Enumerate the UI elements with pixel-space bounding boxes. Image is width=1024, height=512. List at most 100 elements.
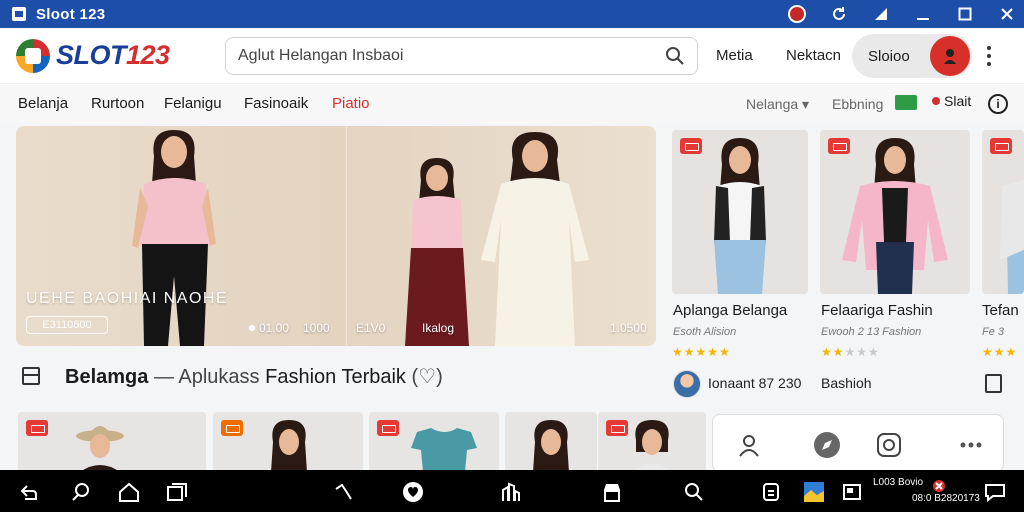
header-link-metia[interactable]: Metia bbox=[716, 47, 753, 64]
tool-icon[interactable] bbox=[332, 481, 354, 503]
search-input[interactable] bbox=[238, 47, 638, 65]
hero-model-image-2 bbox=[405, 158, 469, 346]
product-name: Aplanga Belanga bbox=[673, 302, 788, 319]
product-image-3 bbox=[982, 130, 1024, 294]
compass-action-icon[interactable] bbox=[813, 431, 841, 459]
logo-mark-icon bbox=[16, 38, 50, 73]
camera-action-icon[interactable] bbox=[875, 431, 903, 459]
sale-tag-icon bbox=[606, 420, 628, 436]
search-app-icon[interactable] bbox=[683, 481, 705, 503]
notification-center-icon[interactable] bbox=[984, 481, 1006, 503]
hero-mark-1: 01.00 bbox=[259, 321, 290, 335]
hero-mark-2: 1000 bbox=[303, 321, 330, 335]
product-photo-3 bbox=[1000, 180, 1024, 294]
back-icon[interactable] bbox=[18, 481, 40, 503]
more-actions-icon[interactable] bbox=[957, 431, 985, 459]
logo-text: SLOT123 bbox=[56, 40, 170, 70]
system-taskbar: L003 Bovio 08:0 B2820173 bbox=[0, 470, 1024, 512]
hero-mark-3: E1V0 bbox=[356, 321, 386, 335]
hero-banner[interactable]: UEHE BAOHIAI NAOHE E3110600 01.00 1000 E… bbox=[16, 126, 656, 346]
grid-photo-4 bbox=[533, 420, 569, 472]
refresh-icon[interactable] bbox=[830, 5, 848, 23]
signin-button[interactable]: Sloioo bbox=[852, 34, 972, 78]
filter-ebbning[interactable]: Ebbning bbox=[832, 96, 883, 112]
store-icon[interactable] bbox=[601, 481, 623, 503]
search-icon[interactable] bbox=[665, 46, 685, 66]
notification-dot-icon bbox=[932, 97, 940, 105]
product-name: Tefan bbox=[982, 302, 1019, 319]
sale-tag-icon bbox=[377, 420, 399, 436]
tray-clock: 08:0 B2820173 bbox=[912, 493, 980, 504]
maximize-icon[interactable] bbox=[956, 5, 974, 23]
city-icon[interactable] bbox=[500, 481, 522, 503]
product-subtitle: Ewooh 2 13 Fashion bbox=[821, 326, 922, 338]
seller-name: Ionaant 87 230 bbox=[708, 375, 802, 391]
window-titlebar: Sloot 123 bbox=[0, 0, 1024, 28]
product-name: Felaariga Fashin bbox=[821, 302, 933, 319]
info-icon[interactable]: i bbox=[988, 94, 1008, 114]
brand-logo[interactable]: SLOT123 bbox=[16, 38, 170, 73]
product-rating: ★★★★★ bbox=[821, 345, 880, 359]
category-bar: Belanja Rurtoon Felanigu Fasinoaik Piati… bbox=[0, 84, 1024, 124]
grid-card-4[interactable] bbox=[505, 412, 597, 472]
grid-card-1[interactable] bbox=[18, 412, 206, 472]
profile-action-icon[interactable] bbox=[735, 431, 763, 459]
notification-button[interactable]: Slait bbox=[932, 93, 971, 109]
news-icon[interactable] bbox=[841, 481, 863, 503]
category-tab-piatio[interactable]: Piatio bbox=[332, 95, 370, 112]
document-icon[interactable] bbox=[760, 481, 782, 503]
seller-name: Bashioh bbox=[821, 375, 872, 391]
filter-dropdown[interactable]: Nelanga ▾ bbox=[746, 96, 809, 113]
tray-status: L003 Bovio bbox=[873, 477, 924, 488]
search-taskbar-icon[interactable] bbox=[70, 481, 92, 503]
header-link-nektacn[interactable]: Nektacn bbox=[786, 47, 841, 64]
sale-tag-icon bbox=[26, 420, 48, 436]
sale-tag-icon bbox=[828, 138, 850, 154]
grid-card-3[interactable] bbox=[369, 412, 499, 472]
search-box bbox=[225, 37, 698, 75]
hero-dot-icon bbox=[249, 325, 255, 331]
heart-icon[interactable] bbox=[402, 481, 424, 503]
close-icon[interactable] bbox=[998, 5, 1016, 23]
product-photo-2 bbox=[842, 138, 948, 294]
home-icon[interactable] bbox=[118, 481, 140, 503]
category-tab-fasinoaik[interactable]: Fasinoaik bbox=[244, 95, 308, 112]
window-controls bbox=[788, 0, 1016, 28]
promo-badge-icon[interactable] bbox=[895, 95, 917, 110]
category-tab-rurtoon[interactable]: Rurtoon bbox=[91, 95, 144, 112]
hero-caption: UEHE BAOHIAI NAOHE bbox=[26, 290, 229, 307]
window-title: Sloot 123 bbox=[36, 5, 106, 23]
product-image-1 bbox=[672, 130, 808, 294]
app-header: SLOT123 Metia Nektacn Sloioo bbox=[0, 28, 1024, 84]
seller-avatar bbox=[673, 370, 701, 398]
record-icon[interactable] bbox=[788, 5, 806, 23]
sale-tag-icon bbox=[990, 138, 1012, 154]
section-title: Belamga — Aplukass Fashion Terbaik (♡) bbox=[65, 366, 443, 388]
product-rating: ★★★★★ bbox=[672, 345, 731, 359]
product-rating: ★★★ bbox=[982, 345, 1018, 359]
product-photo-1 bbox=[714, 138, 766, 294]
sale-tag-icon bbox=[680, 138, 702, 154]
category-tab-belanja[interactable]: Belanja bbox=[18, 95, 68, 112]
category-tab-felanigu[interactable]: Felanigu bbox=[164, 95, 222, 112]
hero-model-image bbox=[132, 130, 216, 346]
app-icon bbox=[12, 7, 26, 21]
hero-mark-5: 1.0500 bbox=[610, 321, 647, 335]
sale-tag-icon bbox=[221, 420, 243, 436]
grid-card-5[interactable] bbox=[598, 412, 706, 472]
grid-card-2[interactable] bbox=[213, 412, 363, 472]
signin-label: Sloioo bbox=[868, 47, 910, 65]
hero-divider bbox=[346, 126, 347, 346]
user-avatar-icon[interactable] bbox=[930, 36, 970, 76]
gallery-icon[interactable] bbox=[803, 481, 825, 503]
hero-pill[interactable]: E3110600 bbox=[26, 316, 108, 334]
more-options-icon[interactable] bbox=[985, 46, 993, 66]
bookmark-icon[interactable] bbox=[985, 374, 1002, 393]
signal-icon bbox=[872, 5, 890, 23]
product-subtitle: Esoth Alision bbox=[673, 326, 737, 338]
section-list-icon[interactable] bbox=[22, 367, 40, 385]
action-panel bbox=[712, 414, 1004, 472]
recent-apps-icon[interactable] bbox=[166, 481, 188, 503]
minimize-icon[interactable] bbox=[914, 5, 932, 23]
hero-model-image-3 bbox=[481, 132, 589, 346]
